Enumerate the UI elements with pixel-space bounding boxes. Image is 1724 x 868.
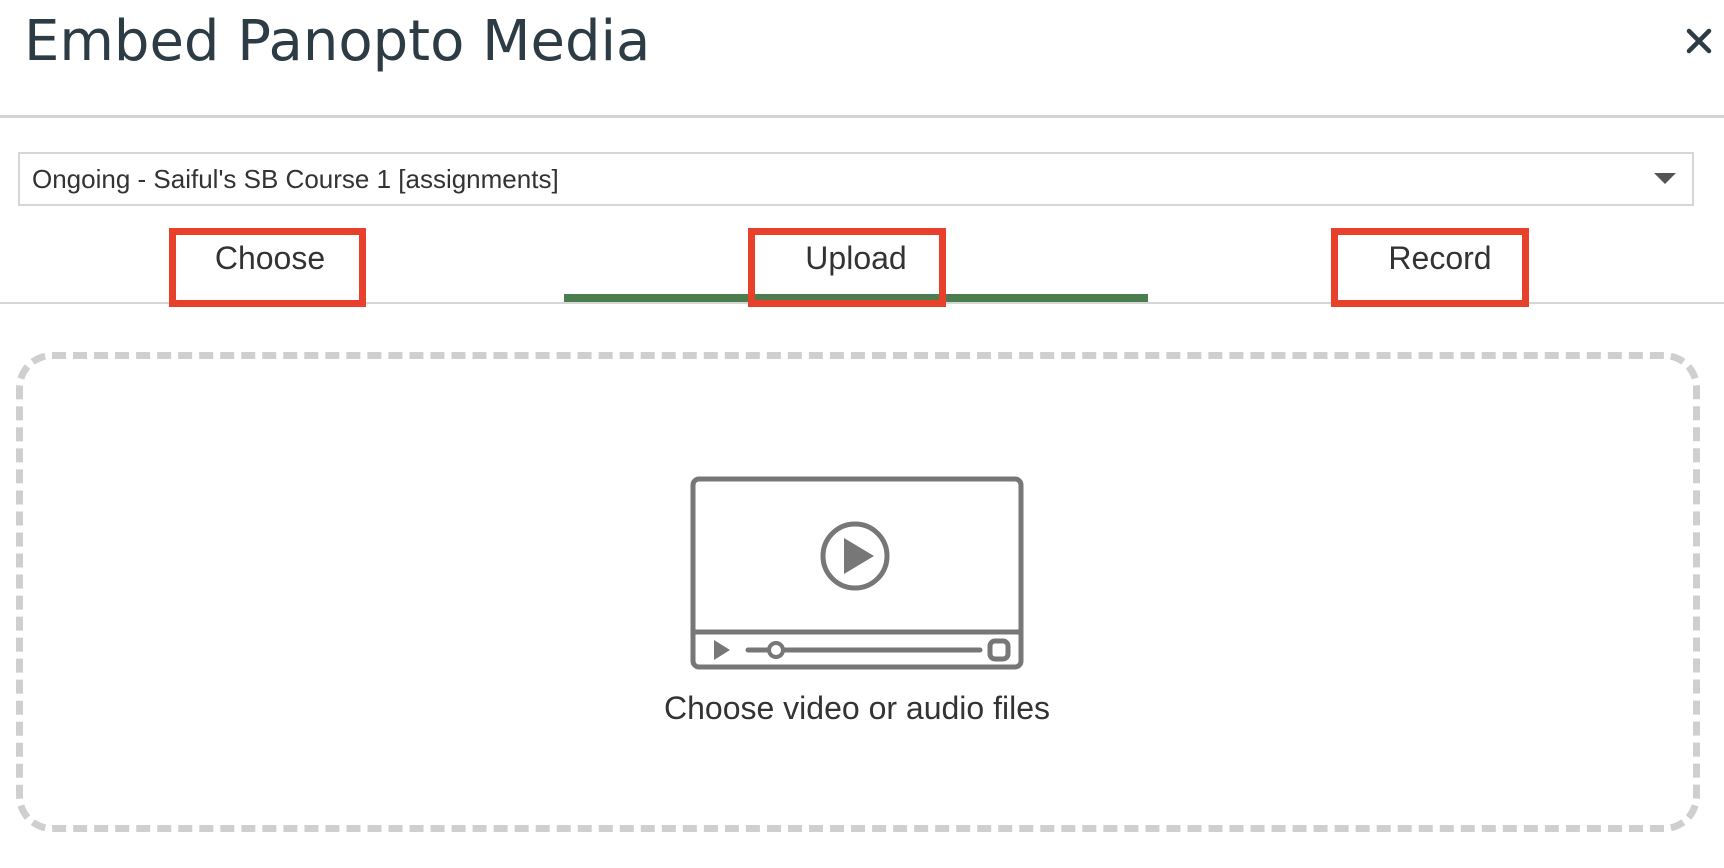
tab-choose-label: Choose	[214, 240, 326, 276]
tab-choose[interactable]: Choose	[0, 226, 584, 302]
close-icon	[1686, 28, 1712, 54]
course-select-value: Ongoing - Saiful's SB Course 1 [assignme…	[32, 164, 559, 194]
tab-upload[interactable]: Upload	[564, 226, 1148, 302]
dialog-header: Embed Panopto Media	[0, 0, 1724, 118]
video-player-icon	[690, 476, 1024, 670]
embed-dialog: Embed Panopto Media Ongoing - Saiful's S…	[0, 0, 1724, 868]
dialog-title: Embed Panopto Media	[24, 9, 651, 74]
tab-bar: Choose Upload Record	[0, 226, 1724, 304]
tab-record-label: Record	[1388, 240, 1492, 276]
tab-record[interactable]: Record	[1148, 226, 1724, 302]
tab-upload-label: Upload	[805, 240, 907, 276]
close-button[interactable]	[1674, 16, 1724, 66]
course-select[interactable]: Ongoing - Saiful's SB Course 1 [assignme…	[18, 152, 1694, 206]
chevron-down-icon	[1654, 173, 1676, 184]
drop-zone-text: Choose video or audio files	[663, 690, 1050, 726]
active-tab-indicator	[564, 294, 1148, 302]
